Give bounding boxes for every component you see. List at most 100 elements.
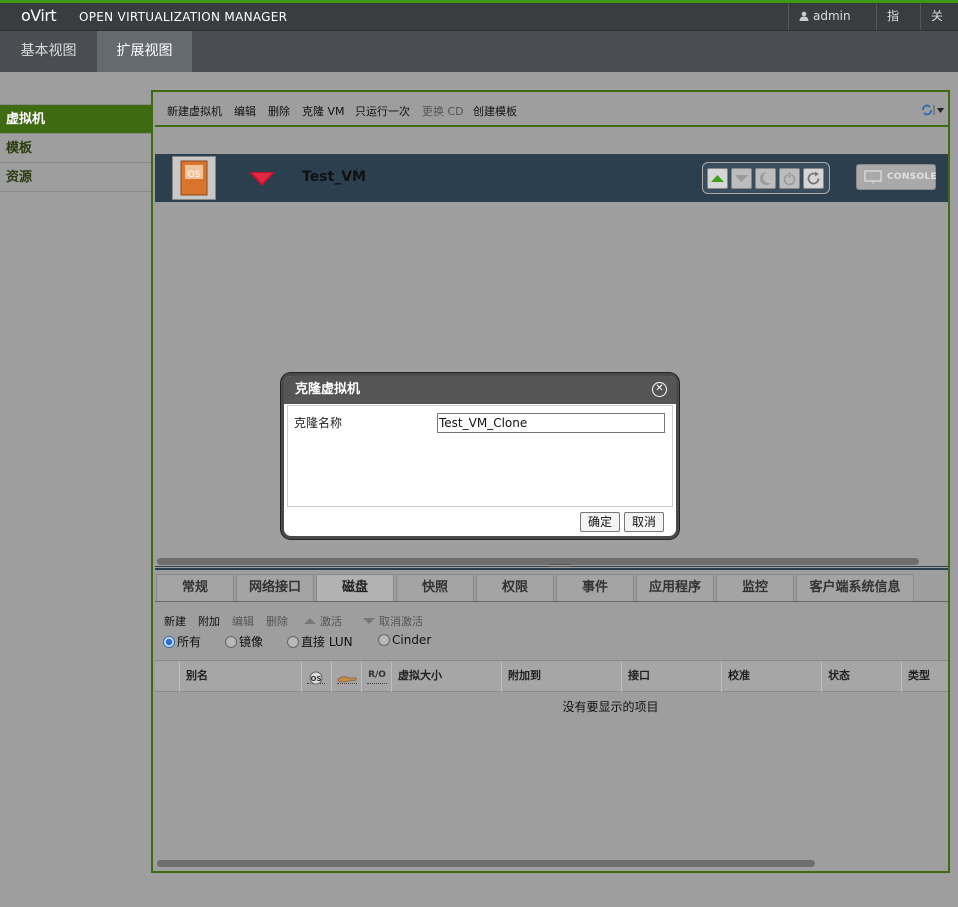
col-attached-to[interactable]: 附加到 bbox=[501, 661, 621, 692]
reboot-vm-button[interactable] bbox=[803, 168, 824, 189]
poweroff-vm-button[interactable] bbox=[779, 168, 800, 189]
radio-indicator bbox=[287, 636, 299, 648]
ok-button[interactable]: 确定 bbox=[580, 512, 620, 532]
vm-controls bbox=[702, 162, 830, 194]
nav-item-resources[interactable]: 资源 bbox=[0, 163, 152, 192]
nav-item-vms[interactable]: 虚拟机 bbox=[0, 105, 152, 134]
tab-monitor[interactable]: 监控 bbox=[716, 574, 794, 601]
empty-table-message: 没有要显示的项目 bbox=[562, 700, 659, 714]
radio-indicator bbox=[225, 636, 237, 648]
col-alias[interactable]: 别名 bbox=[179, 661, 301, 692]
splitter-grip[interactable] bbox=[549, 564, 571, 567]
filter-cinder-label: Cinder bbox=[392, 633, 432, 647]
run-icon bbox=[711, 175, 724, 182]
scrollbar-horizontal[interactable] bbox=[157, 860, 815, 867]
tab-general[interactable]: 常规 bbox=[156, 574, 234, 601]
vm-name: Test_VM bbox=[302, 169, 366, 185]
nav-item-templates[interactable]: 模板 bbox=[0, 134, 152, 163]
disk-delete-button[interactable]: 删除 bbox=[266, 613, 288, 629]
disk-new-button[interactable]: 新建 bbox=[164, 613, 186, 629]
filter-all-radio[interactable]: 所有 bbox=[163, 633, 201, 650]
tab-permissions[interactable]: 权限 bbox=[476, 574, 554, 601]
disk-attach-button[interactable]: 附加 bbox=[198, 613, 220, 629]
user-name: admin bbox=[813, 9, 851, 23]
dialog-body: 克隆名称 bbox=[287, 405, 673, 507]
tab-applications[interactable]: 应用程序 bbox=[636, 574, 714, 601]
dialog-title: 克隆虚拟机 bbox=[284, 376, 676, 404]
clone-name-input[interactable] bbox=[437, 413, 665, 433]
filter-all-label: 所有 bbox=[177, 635, 202, 649]
refresh-icon[interactable] bbox=[920, 103, 944, 117]
moon-icon bbox=[759, 171, 771, 185]
col-type[interactable]: 类型 bbox=[901, 661, 948, 692]
col-readonly[interactable]: R/O bbox=[361, 661, 391, 692]
monitor-icon bbox=[864, 170, 882, 184]
view-tabs: 基本视图 扩展视图 bbox=[0, 30, 958, 72]
col-shareable[interactable] bbox=[331, 661, 361, 692]
os-icon: OS bbox=[172, 156, 216, 200]
vm-down-status-icon bbox=[249, 172, 275, 186]
os-column-icon-text: OS bbox=[311, 675, 322, 683]
scrollbar-horizontal[interactable] bbox=[157, 558, 919, 565]
console-button[interactable]: CONSOLE bbox=[856, 164, 937, 190]
user-menu[interactable]: admin bbox=[788, 3, 876, 45]
col-readonly-label: R/O bbox=[367, 668, 387, 684]
col-bootable[interactable]: OS bbox=[301, 661, 331, 692]
col-alignment[interactable]: 校准 bbox=[721, 661, 821, 692]
vm-row[interactable]: OS Test_VM CONSOLE bbox=[155, 154, 948, 202]
user-icon bbox=[799, 11, 809, 21]
col-interface[interactable]: 接口 bbox=[621, 661, 721, 692]
ovirt-logo: oVirt bbox=[21, 6, 57, 25]
edit-button[interactable]: 编辑 bbox=[234, 103, 256, 119]
guide-link[interactable]: 指南 bbox=[876, 3, 920, 49]
tab-guest-info[interactable]: 客户端系统信息 bbox=[796, 574, 914, 601]
suspend-vm-button[interactable] bbox=[755, 168, 776, 189]
os-icon-text: OS bbox=[188, 170, 201, 180]
cancel-button[interactable]: 取消 bbox=[624, 512, 664, 532]
filter-image-radio[interactable]: 镜像 bbox=[225, 633, 263, 650]
about-link[interactable]: 关于 bbox=[920, 3, 958, 49]
product-name: OPEN VIRTUALIZATION MANAGER bbox=[79, 10, 288, 24]
col-virtual-size[interactable]: 虚拟大小 bbox=[391, 661, 501, 692]
tab-disks[interactable]: 磁盘 bbox=[316, 574, 394, 601]
action-toolbar: 新建虚拟机 编辑 删除 克隆 VM 只运行一次 更换 CD 创建模板 bbox=[155, 94, 948, 127]
tab-extended-view[interactable]: 扩展视图 bbox=[97, 31, 192, 72]
disk-activate-button[interactable]: 激活 bbox=[303, 613, 342, 629]
tab-network-interfaces[interactable]: 网络接口 bbox=[236, 574, 314, 601]
tab-events[interactable]: 事件 bbox=[556, 574, 634, 601]
top-header: oVirt OPEN VIRTUALIZATION MANAGER admin … bbox=[0, 0, 958, 49]
filter-lun-radio[interactable]: 直接 LUN bbox=[287, 633, 353, 650]
clone-vm-button[interactable]: 克隆 VM bbox=[302, 103, 345, 119]
os-column-icon: OS bbox=[307, 668, 325, 685]
make-template-button[interactable]: 创建模板 bbox=[473, 103, 517, 119]
disk-deactivate-button[interactable]: 取消激活 bbox=[362, 613, 423, 629]
new-vm-button[interactable]: 新建虚拟机 bbox=[167, 103, 222, 119]
tab-snapshots[interactable]: 快照 bbox=[396, 574, 474, 601]
run-once-button[interactable]: 只运行一次 bbox=[355, 103, 410, 119]
radio-indicator bbox=[378, 634, 390, 646]
col-status[interactable]: 状态 bbox=[821, 661, 901, 692]
tab-basic-view[interactable]: 基本视图 bbox=[0, 31, 97, 72]
change-cd-button[interactable]: 更换 CD bbox=[422, 103, 464, 119]
up-arrow-icon bbox=[304, 618, 316, 624]
table-header: 别名 OS R/O 虚拟大小 附加到 接口 校准 状态 类型 bbox=[155, 660, 948, 692]
clone-name-label: 克隆名称 bbox=[294, 416, 343, 430]
disk-deactivate-label: 取消激活 bbox=[379, 615, 423, 628]
left-nav: 虚拟机 模板 资源 bbox=[0, 105, 152, 192]
disk-activate-label: 激活 bbox=[320, 615, 342, 628]
shareable-hand-icon bbox=[337, 668, 357, 684]
shutdown-vm-button[interactable] bbox=[731, 168, 752, 189]
console-label: CONSOLE bbox=[887, 172, 937, 182]
close-icon[interactable]: ✕ bbox=[652, 382, 667, 397]
filter-cinder-radio[interactable]: Cinder bbox=[378, 633, 431, 647]
clone-vm-dialog: 克隆虚拟机 ✕ 克隆名称 确定 取消 bbox=[281, 373, 679, 539]
down-arrow-icon bbox=[363, 618, 375, 624]
disk-edit-button[interactable]: 编辑 bbox=[232, 613, 254, 629]
run-vm-button[interactable] bbox=[707, 168, 728, 189]
reboot-icon bbox=[807, 171, 820, 185]
filter-image-label: 镜像 bbox=[239, 635, 264, 649]
detail-tabs: 常规 网络接口 磁盘 快照 权限 事件 应用程序 监控 客户端系统信息 bbox=[155, 574, 948, 602]
power-icon bbox=[783, 172, 796, 186]
filter-lun-label: 直接 LUN bbox=[301, 635, 353, 649]
delete-button[interactable]: 删除 bbox=[268, 103, 290, 119]
